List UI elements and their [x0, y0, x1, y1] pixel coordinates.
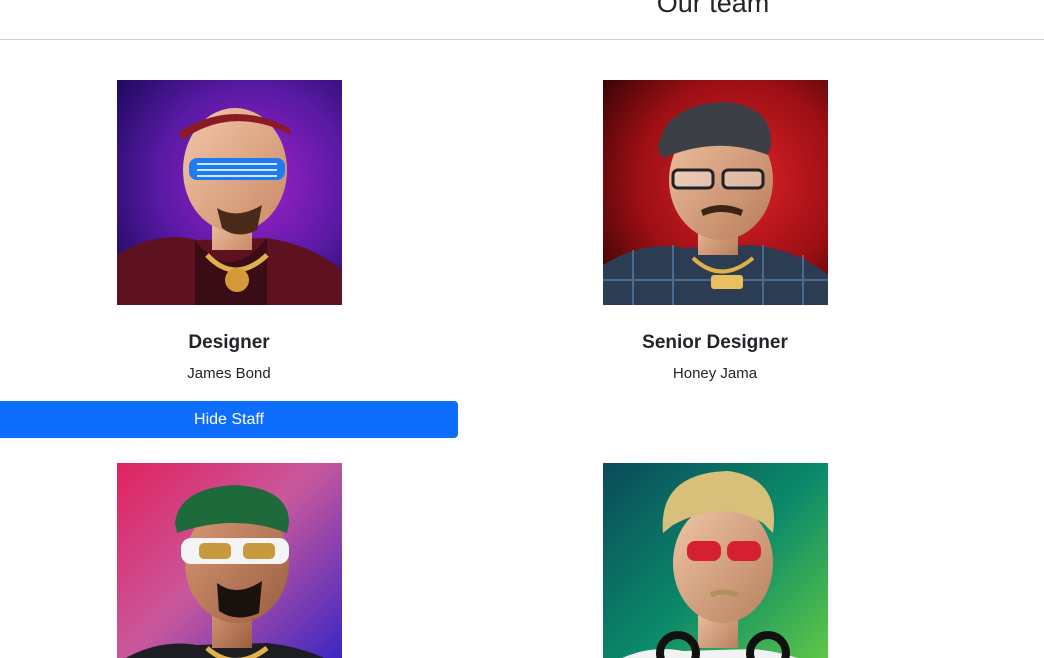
staff-role: Designer: [188, 332, 270, 353]
staff-card: [0, 463, 458, 658]
staff-name: James Bond: [187, 365, 271, 382]
page: Our team Designer James Bond Senior Desi…: [0, 0, 1044, 658]
staff-name: Honey Jama: [672, 365, 758, 382]
staff-card: Designer James Bond: [0, 80, 458, 384]
staff-avatar: [602, 80, 828, 305]
hide-staff-button[interactable]: Hide Staff: [0, 401, 458, 438]
page-header: Our team: [0, 0, 1044, 40]
staff-card: Senior Designer Honey Jama: [486, 80, 944, 384]
staff-avatar: [602, 463, 828, 658]
staff-card: [486, 463, 944, 658]
staff-avatar: [116, 463, 342, 658]
staff-role: Senior Designer: [642, 332, 788, 353]
staff-avatar: [116, 80, 342, 305]
page-title: Our team: [656, 0, 770, 18]
